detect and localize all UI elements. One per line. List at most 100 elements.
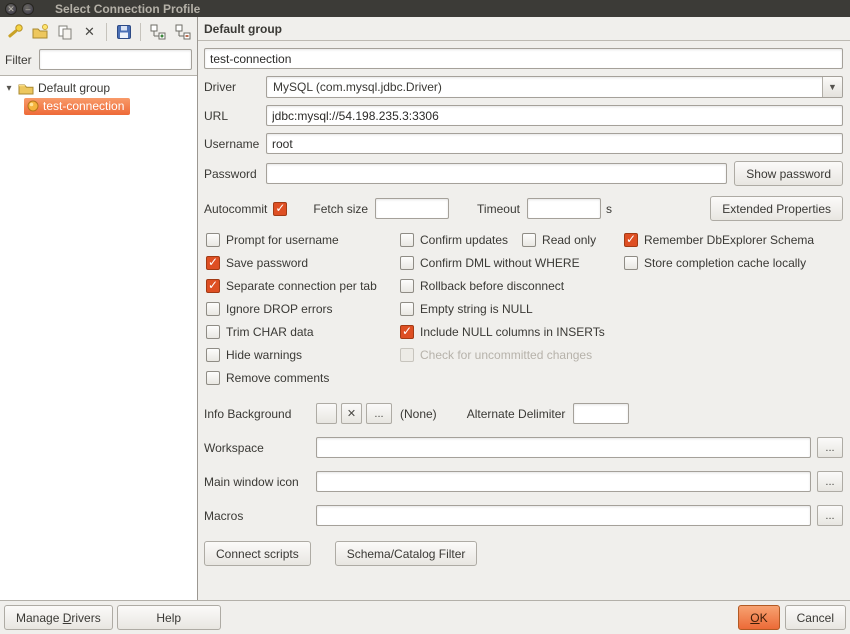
- new-profile-button[interactable]: [3, 20, 26, 43]
- help-button[interactable]: Help: [117, 605, 221, 630]
- macros-browse-button[interactable]: ...: [817, 505, 843, 526]
- footer-bar: Manage Drivers Help OK Cancel: [0, 600, 850, 634]
- checkbox-confirm-dml-without-where[interactable]: Confirm DML without WHERE: [400, 256, 624, 270]
- timeout-label: Timeout: [477, 202, 520, 216]
- timeout-input[interactable]: [527, 198, 601, 219]
- workspace-input[interactable]: [316, 437, 811, 458]
- connection-profile-dialog: ✕ – Select Connection Profile: [0, 0, 850, 634]
- new-group-button[interactable]: [28, 20, 51, 43]
- info-background-swatch-button[interactable]: [316, 403, 337, 424]
- profile-editor-panel: Default group Driver MySQL (com.mysql.jd…: [198, 17, 850, 600]
- checkbox-remember-dbexplorer-schema[interactable]: Remember DbExplorer Schema: [624, 233, 814, 247]
- tree-item-test-connection[interactable]: test-connection: [24, 98, 195, 115]
- fetch-size-label: Fetch size: [313, 202, 368, 216]
- checkbox-label: Include NULL columns in INSERTs: [420, 325, 605, 339]
- driver-label: Driver: [204, 80, 266, 94]
- checkbox-include-null-columns[interactable]: Include NULL columns in INSERTs: [400, 325, 624, 339]
- pick-color-button[interactable]: ...: [366, 403, 392, 424]
- expand-tree-icon: [149, 23, 167, 41]
- filter-input[interactable]: [39, 49, 192, 70]
- driver-select[interactable]: MySQL (com.mysql.jdbc.Driver) ▼: [266, 76, 843, 98]
- checkbox-label: Trim CHAR data: [226, 325, 314, 339]
- username-label: Username: [204, 137, 266, 151]
- timeout-unit: s: [606, 202, 612, 216]
- profile-tree: ▾ Default group test-connection: [0, 75, 197, 600]
- close-button[interactable]: ✕: [5, 3, 17, 15]
- fetch-size-input[interactable]: [375, 198, 449, 219]
- checkbox-prompt-for-username[interactable]: Prompt for username: [206, 233, 400, 247]
- checkbox-label: Store completion cache locally: [644, 256, 806, 270]
- checkbox-box: [206, 325, 220, 339]
- filter-label: Filter: [5, 53, 32, 67]
- checkbox-box: [206, 371, 220, 385]
- chevron-down-icon[interactable]: ▼: [822, 77, 842, 97]
- show-password-button[interactable]: Show password: [734, 161, 843, 186]
- schema-catalog-filter-button[interactable]: Schema/Catalog Filter: [335, 541, 478, 566]
- macros-input[interactable]: [316, 505, 811, 526]
- checkbox-trim-char-data[interactable]: Trim CHAR data: [206, 325, 400, 339]
- toolbar-separator: [106, 23, 107, 41]
- checkbox-box: [206, 279, 220, 293]
- checkbox-box: [400, 256, 414, 270]
- clear-color-button[interactable]: ✕: [341, 403, 362, 424]
- copy-profile-button[interactable]: [53, 20, 76, 43]
- main-window-icon-input[interactable]: [316, 471, 811, 492]
- checkbox-label: Remove comments: [226, 371, 329, 385]
- checkbox-check-uncommitted-changes: Check for uncommitted changes: [400, 348, 624, 362]
- checkbox-save-password[interactable]: Save password: [206, 256, 400, 270]
- collapse-all-button[interactable]: [171, 20, 194, 43]
- checkbox-box: [522, 233, 536, 247]
- checkbox-label: Check for uncommitted changes: [420, 348, 592, 362]
- checkbox-store-completion-cache[interactable]: Store completion cache locally: [624, 256, 814, 270]
- chevron-down-icon[interactable]: ▾: [4, 83, 14, 94]
- url-input[interactable]: [266, 105, 843, 126]
- window-title: Select Connection Profile: [55, 2, 200, 16]
- autocommit-checkbox[interactable]: [273, 202, 287, 216]
- username-input[interactable]: [266, 133, 843, 154]
- manage-drivers-button[interactable]: Manage Drivers: [4, 605, 113, 630]
- delete-profile-button[interactable]: ✕: [78, 20, 101, 43]
- toolbar-separator: [140, 23, 141, 41]
- ellipsis-icon: ...: [374, 408, 383, 420]
- password-input[interactable]: [266, 163, 727, 184]
- workspace-browse-button[interactable]: ...: [817, 437, 843, 458]
- new-profile-icon: [6, 23, 24, 41]
- checkbox-label: Rollback before disconnect: [420, 279, 564, 293]
- checkbox-separate-connection-per-tab[interactable]: Separate connection per tab: [206, 279, 400, 293]
- checkbox-read-only[interactable]: Read only: [522, 233, 596, 247]
- selected-tree-item[interactable]: test-connection: [24, 98, 130, 115]
- minimize-button[interactable]: –: [22, 3, 34, 15]
- extended-properties-button[interactable]: Extended Properties: [710, 196, 843, 221]
- delete-icon: ✕: [84, 24, 95, 40]
- tree-group-label: Default group: [38, 81, 110, 95]
- cancel-button[interactable]: Cancel: [785, 605, 846, 630]
- workspace-label: Workspace: [204, 441, 316, 455]
- checkbox-empty-string-is-null[interactable]: Empty string is NULL: [400, 302, 624, 316]
- alternate-delimiter-input[interactable]: [573, 403, 629, 424]
- connect-scripts-button[interactable]: Connect scripts: [204, 541, 311, 566]
- options-grid: Prompt for username Save password Separa…: [206, 233, 843, 385]
- checkbox-confirm-updates[interactable]: Confirm updates: [400, 233, 508, 247]
- expand-all-button[interactable]: [146, 20, 169, 43]
- clear-icon: ✕: [347, 407, 356, 420]
- tree-group-default[interactable]: ▾ Default group: [2, 80, 195, 96]
- checkbox-label: Separate connection per tab: [226, 279, 377, 293]
- checkbox-rollback-before-disconnect[interactable]: Rollback before disconnect: [400, 279, 624, 293]
- main-window-icon-browse-button[interactable]: ...: [817, 471, 843, 492]
- profile-icon: [27, 100, 39, 112]
- collapse-tree-icon: [174, 23, 192, 41]
- profile-name-input[interactable]: [204, 48, 843, 69]
- ok-button[interactable]: OK: [738, 605, 779, 630]
- checkbox-box: [206, 302, 220, 316]
- checkbox-box: [400, 233, 414, 247]
- ellipsis-icon: ...: [825, 442, 834, 454]
- checkbox-box: [400, 348, 414, 362]
- button-label: rivers: [71, 611, 100, 625]
- checkbox-hide-warnings[interactable]: Hide warnings: [206, 348, 400, 362]
- checkbox-remove-comments[interactable]: Remove comments: [206, 371, 400, 385]
- checkbox-label: Hide warnings: [226, 348, 302, 362]
- checkbox-box: [400, 279, 414, 293]
- save-profiles-button[interactable]: [112, 20, 135, 43]
- checkbox-ignore-drop-errors[interactable]: Ignore DROP errors: [206, 302, 400, 316]
- info-background-value: (None): [400, 407, 437, 421]
